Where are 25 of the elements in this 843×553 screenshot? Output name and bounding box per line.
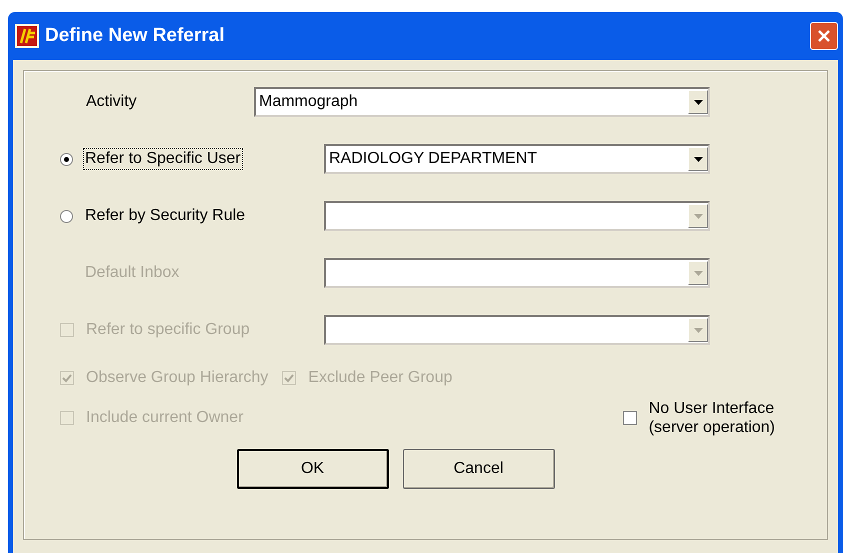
dropdown-field[interactable]: Mammograph	[254, 87, 710, 117]
radio-label: Refer to Specific User	[85, 150, 241, 168]
field-label: Default Inbox	[85, 264, 180, 282]
close-button[interactable]	[810, 22, 838, 50]
close-icon	[817, 29, 831, 43]
checkbox-label: No User Interface (server operation)	[648, 399, 775, 437]
checkbox-label: Include current Owner	[86, 409, 244, 427]
checkbox-label: Refer to specific Group	[86, 321, 250, 339]
dropdown-arrow-icon	[694, 100, 702, 104]
radio-label: Refer by Security Rule	[85, 207, 246, 225]
checkbox[interactable]	[622, 411, 637, 425]
checkbox-label: Observe Group Hierarchy	[86, 369, 268, 387]
dropdown-arrow-icon	[694, 328, 702, 332]
cancel-button[interactable]: Cancel	[402, 449, 554, 489]
window-title: Define New Referral	[45, 25, 226, 47]
dropdown-arrow-icon	[694, 156, 702, 162]
radio-button[interactable]	[60, 210, 73, 222]
checkbox-label: Exclude Peer Group	[308, 369, 452, 387]
radio-button[interactable]	[60, 152, 73, 166]
dropdown-arrow-icon	[694, 214, 702, 218]
app-logo-icon	[15, 24, 39, 48]
ok-button[interactable]: OK	[236, 449, 388, 489]
dropdown-arrow-icon	[694, 270, 702, 276]
dropdown-field[interactable]: RADIOLOGY DEPARTMENT	[324, 144, 710, 174]
activity-label: Activity	[86, 93, 138, 111]
